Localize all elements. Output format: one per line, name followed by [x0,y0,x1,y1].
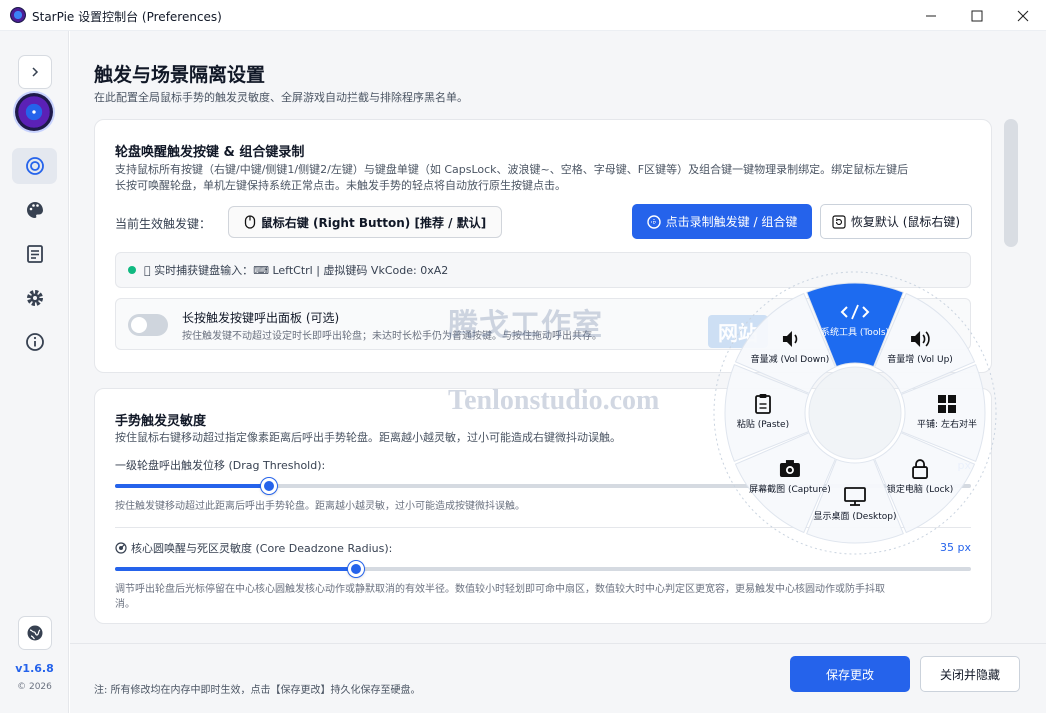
globe-icon [27,625,43,641]
copyright-label: © 2026 [17,682,52,692]
current-key-label: 当前生效触发键： [115,217,212,231]
deadzone-thumb[interactable] [348,561,365,577]
drag-threshold-desc: 按住触发键移动超过此距离后呼出手势轮盘。距离越小越灵敏，过小可能造成按键微抖误触… [115,501,525,512]
reset-icon [832,214,846,229]
sidebar-collapse-button[interactable] [18,55,52,89]
deadzone-label: 核心圆唤醒与死区灵敏度 (Core Deadzone Radius): [131,542,393,555]
drag-threshold-fill [115,484,270,488]
app-avatar [15,93,53,131]
language-button[interactable] [18,616,52,650]
reset-default-button[interactable]: 恢复默认 (鼠标右键) [820,204,972,239]
sensitivity-desc: 按住鼠标右键移动超过指定像素距离后呼出手势轮盘。距离越小越灵敏，过小可能造成右键… [115,431,621,444]
deadzone-slider[interactable] [115,561,971,577]
wheel-segment-label: 显示桌面 (Desktop) [814,510,897,522]
capture-status-text: 􀀀 实时捕获键盘输入：⌨ LeftCtrl | 虚拟键码 VkCode: 0xA… [144,264,449,277]
info-icon [25,333,44,351]
wheel-segment-label: 粘贴 (Paste) [737,418,789,430]
wheel-segment-label: 锁定电脑 (Lock) [887,483,953,495]
long-press-title: 长按触发按键呼出面板 (可选) [182,311,340,325]
document-icon [26,245,43,263]
palette-icon [26,202,43,218]
deadzone-label-row: 核心圆唤醒与死区灵敏度 (Core Deadzone Radius): [115,540,392,556]
current-key-value: 鼠标右键 (Right Button) [推荐 / 默认] [260,215,487,230]
sidebar-item-appearance[interactable] [12,192,57,228]
scrollbar-thumb[interactable] [1004,119,1018,247]
window-title: StarPie 设置控制台 (Preferences) [32,10,222,24]
current-key-display: 鼠标右键 (Right Button) [推荐 / 默认] [228,206,502,238]
target-icon [25,157,44,175]
long-press-desc: 按住触发键不动超过设定时长即呼出轮盘；未达时长松手仍为普通按键。与按住拖动呼出共… [182,331,602,342]
close-hide-button[interactable]: 关闭并隐藏 [920,656,1020,692]
page-title: 触发与场景隔离设置 [94,64,266,86]
deadzone-desc-line2: 消。 [115,599,135,610]
status-dot-icon [128,266,136,274]
sidebar: v1.6.8 © 2026 [0,31,69,713]
long-press-toggle[interactable] [128,314,168,336]
app-logo-icon [10,7,26,23]
trigger-card-title: 轮盘唤醒触发按键 & 组合键录制 [115,145,305,160]
minimize-button[interactable] [908,0,954,31]
deadzone-desc-line1: 调节呼出轮盘后光标停留在中心核心圆触发核心动作或静默取消的有效半径。数值较小时轻… [115,584,885,595]
record-icon [646,214,661,229]
wheel-segment-label: 音量增 (Vol Up) [887,353,953,365]
wheel-segment-label: 屏幕截图 (Capture) [749,483,831,495]
wheel-segment-label: 系统工具 (Tools) [821,326,889,338]
save-button[interactable]: 保存更改 [790,656,910,692]
wheel-segment-label: 音量减 (Vol Down) [751,353,830,365]
reset-default-label: 恢复默认 (鼠标右键) [850,215,961,229]
trigger-card-desc-line2: 长按可唤醒轮盘，单机左键保持系统正常点击。未触发手势的轻点将自动放行原生按键点击… [115,179,566,192]
minimize-icon [926,15,936,16]
radar-icon [115,542,127,554]
record-trigger-label: 点击录制触发键 / 组合键 [665,215,798,229]
gear-icon [26,290,43,306]
maximize-button[interactable] [954,0,1000,31]
wheel-core[interactable] [808,366,902,460]
sensitivity-title: 手势触发灵敏度 [115,414,207,429]
toggle-knob [131,317,147,333]
footer-bar: 注: 所有修改均在内存中即时生效，点击【保存更改】持久化保存至硬盘。 保存更改 … [70,643,1046,713]
title-bar: StarPie 设置控制台 (Preferences) [0,0,1046,31]
sidebar-item-about[interactable] [12,324,57,360]
page-subtitle: 在此配置全局鼠标手势的触发灵敏度、全屏游戏自动拦截与排除程序黑名单。 [94,91,468,104]
mouse-icon [244,215,255,229]
trigger-card-desc-line1: 支持鼠标所有按键（右键/中键/侧键1/侧键2/左键）与键盘单键（如 CapsLo… [115,163,909,176]
drag-threshold-label: 一级轮盘呼出触发位移 (Drag Threshold): [115,459,326,472]
drag-threshold-thumb[interactable] [261,478,278,494]
deadzone-fill [115,567,357,571]
version-label: v1.6.8 [15,662,54,675]
sidebar-item-trigger[interactable] [12,148,57,184]
chevron-right-icon [32,67,39,77]
maximize-icon [971,10,983,21]
radial-menu-wheel: 系统工具 (Tools) 音量增 (Vol Up) 平铺: 左右对半锁定电脑 (Lo… [713,271,997,555]
close-button[interactable] [1000,0,1046,31]
wheel-segment-label: 平铺: 左右对半 [917,418,977,430]
footer-note: 注: 所有修改均在内存中即时生效，点击【保存更改】持久化保存至硬盘。 [94,685,421,696]
close-icon [1017,10,1029,21]
sidebar-item-settings[interactable] [12,280,57,316]
record-trigger-button[interactable]: 点击录制触发键 / 组合键 [632,204,812,239]
sidebar-item-rules[interactable] [12,236,57,272]
